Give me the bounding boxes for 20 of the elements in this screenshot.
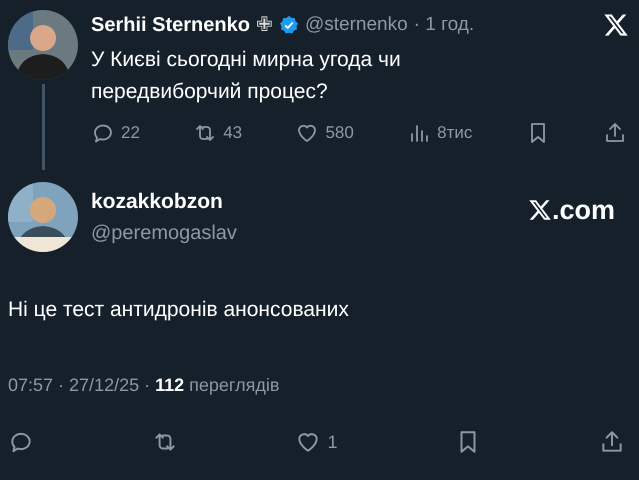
x-logo-icon — [603, 12, 629, 38]
author-handle: @peremogaslav — [91, 220, 238, 246]
action-count: 43 — [223, 122, 242, 144]
site-name: .com — [552, 194, 615, 227]
action-count: 8тис — [437, 122, 472, 144]
author-handle: @sternenko — [304, 12, 408, 37]
action-count: 1 — [327, 430, 338, 454]
action-count: 22 — [121, 122, 140, 144]
reply-text: Ні це тест антидронів анонсованих — [7, 297, 350, 323]
verified-icon — [278, 15, 299, 35]
x-logo-icon — [528, 198, 552, 222]
post-time: · 1 год. — [414, 12, 474, 37]
author-name: Serhii Sternenko — [91, 13, 250, 38]
cross-symbol: ✙ — [256, 13, 273, 38]
action-count: 580 — [325, 122, 354, 144]
post-timestamp: 07:57 · 27/12/25 · — [8, 374, 150, 396]
author-name: kozakkobzon — [91, 189, 224, 216]
post-text: У Києві сьогодні мирна угода чи передвиборчий процес? — [91, 47, 402, 105]
views-label: переглядів — [189, 374, 280, 397]
views-count: 112 — [155, 374, 184, 396]
